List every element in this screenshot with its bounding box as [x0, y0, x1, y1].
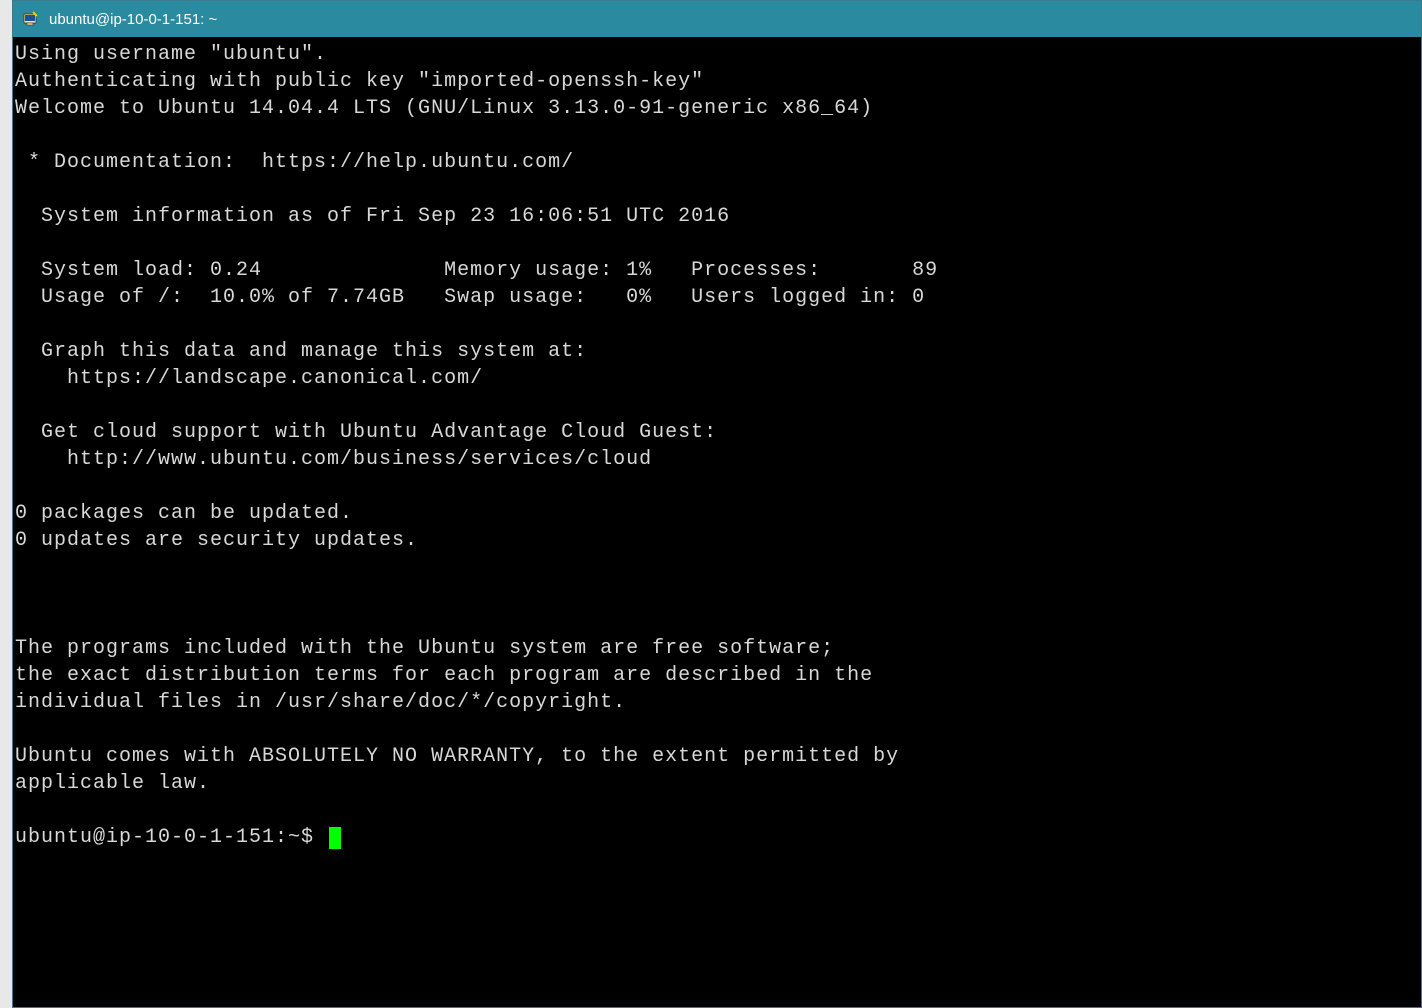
- window-title: ubuntu@ip-10-0-1-151: ~: [49, 11, 217, 28]
- titlebar[interactable]: ubuntu@ip-10-0-1-151: ~: [13, 1, 1421, 37]
- terminal-line: individual files in /usr/share/doc/*/cop…: [15, 691, 626, 714]
- putty-icon: [21, 9, 41, 29]
- shell-prompt: ubuntu@ip-10-0-1-151:~$: [15, 824, 327, 851]
- terminal-line: https://landscape.canonical.com/: [15, 367, 483, 390]
- terminal-line: Get cloud support with Ubuntu Advantage …: [15, 421, 717, 444]
- terminal-line: 0 packages can be updated.: [15, 502, 353, 525]
- terminal-line: Graph this data and manage this system a…: [15, 340, 587, 363]
- terminal-line: System load: 0.24 Memory usage: 1% Proce…: [15, 259, 938, 282]
- terminal-line: the exact distribution terms for each pr…: [15, 664, 873, 687]
- terminal-line: Using username "ubuntu".: [15, 43, 327, 66]
- prompt-line: ubuntu@ip-10-0-1-151:~$: [15, 824, 1419, 851]
- terminal-output[interactable]: Using username "ubuntu". Authenticating …: [13, 37, 1421, 1007]
- terminal-line: http://www.ubuntu.com/business/services/…: [15, 448, 652, 471]
- terminal-line: Authenticating with public key "imported…: [15, 70, 704, 93]
- cursor[interactable]: [329, 827, 341, 849]
- terminal-line: * Documentation: https://help.ubuntu.com…: [15, 151, 574, 174]
- terminal-line: System information as of Fri Sep 23 16:0…: [15, 205, 730, 228]
- terminal-line: Ubuntu comes with ABSOLUTELY NO WARRANTY…: [15, 745, 899, 768]
- terminal-window: ubuntu@ip-10-0-1-151: ~ Using username "…: [12, 0, 1422, 1008]
- terminal-line: applicable law.: [15, 772, 210, 795]
- terminal-line: Welcome to Ubuntu 14.04.4 LTS (GNU/Linux…: [15, 97, 873, 120]
- terminal-line: The programs included with the Ubuntu sy…: [15, 637, 834, 660]
- terminal-line: Usage of /: 10.0% of 7.74GB Swap usage: …: [15, 286, 925, 309]
- terminal-line: 0 updates are security updates.: [15, 529, 418, 552]
- background-edge: [0, 0, 12, 1008]
